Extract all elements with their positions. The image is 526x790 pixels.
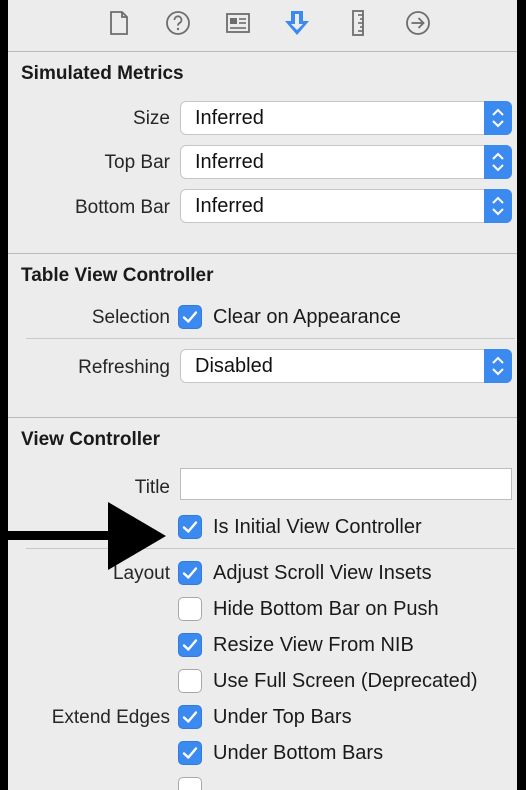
- clear-on-appearance-label[interactable]: Clear on Appearance: [213, 306, 401, 329]
- table-view-controller-title: Table View Controller: [21, 265, 214, 286]
- size-popup[interactable]: Inferred: [180, 101, 512, 135]
- file-inspector-icon[interactable]: [106, 10, 132, 36]
- popup-stepper-icon: [484, 101, 512, 135]
- top-bar-popup-value: Inferred: [195, 151, 264, 173]
- section-divider: [8, 253, 517, 254]
- toolbar-divider: [8, 51, 517, 52]
- quick-help-icon[interactable]: [165, 10, 191, 36]
- identity-inspector-icon[interactable]: [225, 10, 251, 36]
- size-popup-value: Inferred: [195, 107, 264, 129]
- popup-stepper-icon: [484, 349, 512, 383]
- hide-bottom-bar-on-push-checkbox[interactable]: [178, 597, 202, 621]
- black-frame: Simulated Metrics Size Inferred Top Bar …: [0, 0, 526, 790]
- resize-view-from-nib-label[interactable]: Resize View From NIB: [213, 634, 414, 657]
- is-initial-view-controller-checkbox[interactable]: [178, 515, 202, 539]
- bottom-bar-popup[interactable]: Inferred: [180, 189, 512, 223]
- refreshing-popup[interactable]: Disabled: [180, 349, 512, 383]
- refreshing-popup-value: Disabled: [195, 355, 273, 377]
- size-inspector-icon[interactable]: [345, 10, 371, 36]
- under-bottom-bars-label[interactable]: Under Bottom Bars: [213, 742, 383, 765]
- popup-stepper-icon: [484, 145, 512, 179]
- adjust-scroll-view-insets-checkbox[interactable]: [178, 561, 202, 585]
- under-top-bars-label[interactable]: Under Top Bars: [213, 706, 352, 729]
- attributes-inspector-icon[interactable]: [284, 10, 310, 36]
- title-field-label: Title: [134, 477, 170, 498]
- use-full-screen-checkbox[interactable]: [178, 669, 202, 693]
- annotation-arrow-head: [108, 502, 166, 570]
- under-top-bars-checkbox[interactable]: [178, 705, 202, 729]
- use-full-screen-label[interactable]: Use Full Screen (Deprecated): [213, 670, 478, 693]
- top-bar-label: Top Bar: [104, 152, 170, 173]
- bottom-bar-popup-value: Inferred: [195, 195, 264, 217]
- bottom-bar-label: Bottom Bar: [74, 197, 170, 218]
- title-field[interactable]: [180, 468, 512, 500]
- is-initial-view-controller-label[interactable]: Is Initial View Controller: [213, 516, 422, 539]
- attributes-inspector-panel: Simulated Metrics Size Inferred Top Bar …: [8, 0, 517, 790]
- section-divider: [8, 417, 517, 418]
- inspector-toolbar: [8, 0, 517, 48]
- partial-checkbox-cut-off[interactable]: [178, 777, 202, 790]
- row-divider: [26, 548, 515, 549]
- under-bottom-bars-checkbox[interactable]: [178, 741, 202, 765]
- refreshing-label: Refreshing: [78, 357, 170, 378]
- row-divider: [26, 338, 515, 339]
- clear-on-appearance-checkbox[interactable]: [178, 305, 202, 329]
- resize-view-from-nib-checkbox[interactable]: [178, 633, 202, 657]
- popup-stepper-icon: [484, 189, 512, 223]
- top-bar-popup[interactable]: Inferred: [180, 145, 512, 179]
- simulated-metrics-title: Simulated Metrics: [21, 63, 184, 84]
- selection-label: Selection: [91, 307, 170, 328]
- hide-bottom-bar-on-push-label[interactable]: Hide Bottom Bar on Push: [213, 598, 439, 621]
- annotation-arrow-shaft: [0, 531, 120, 540]
- connections-inspector-icon[interactable]: [405, 10, 431, 36]
- extend-edges-label: Extend Edges: [51, 707, 170, 728]
- adjust-scroll-view-insets-label[interactable]: Adjust Scroll View Insets: [213, 562, 432, 585]
- size-label: Size: [133, 108, 170, 129]
- view-controller-title: View Controller: [21, 429, 161, 450]
